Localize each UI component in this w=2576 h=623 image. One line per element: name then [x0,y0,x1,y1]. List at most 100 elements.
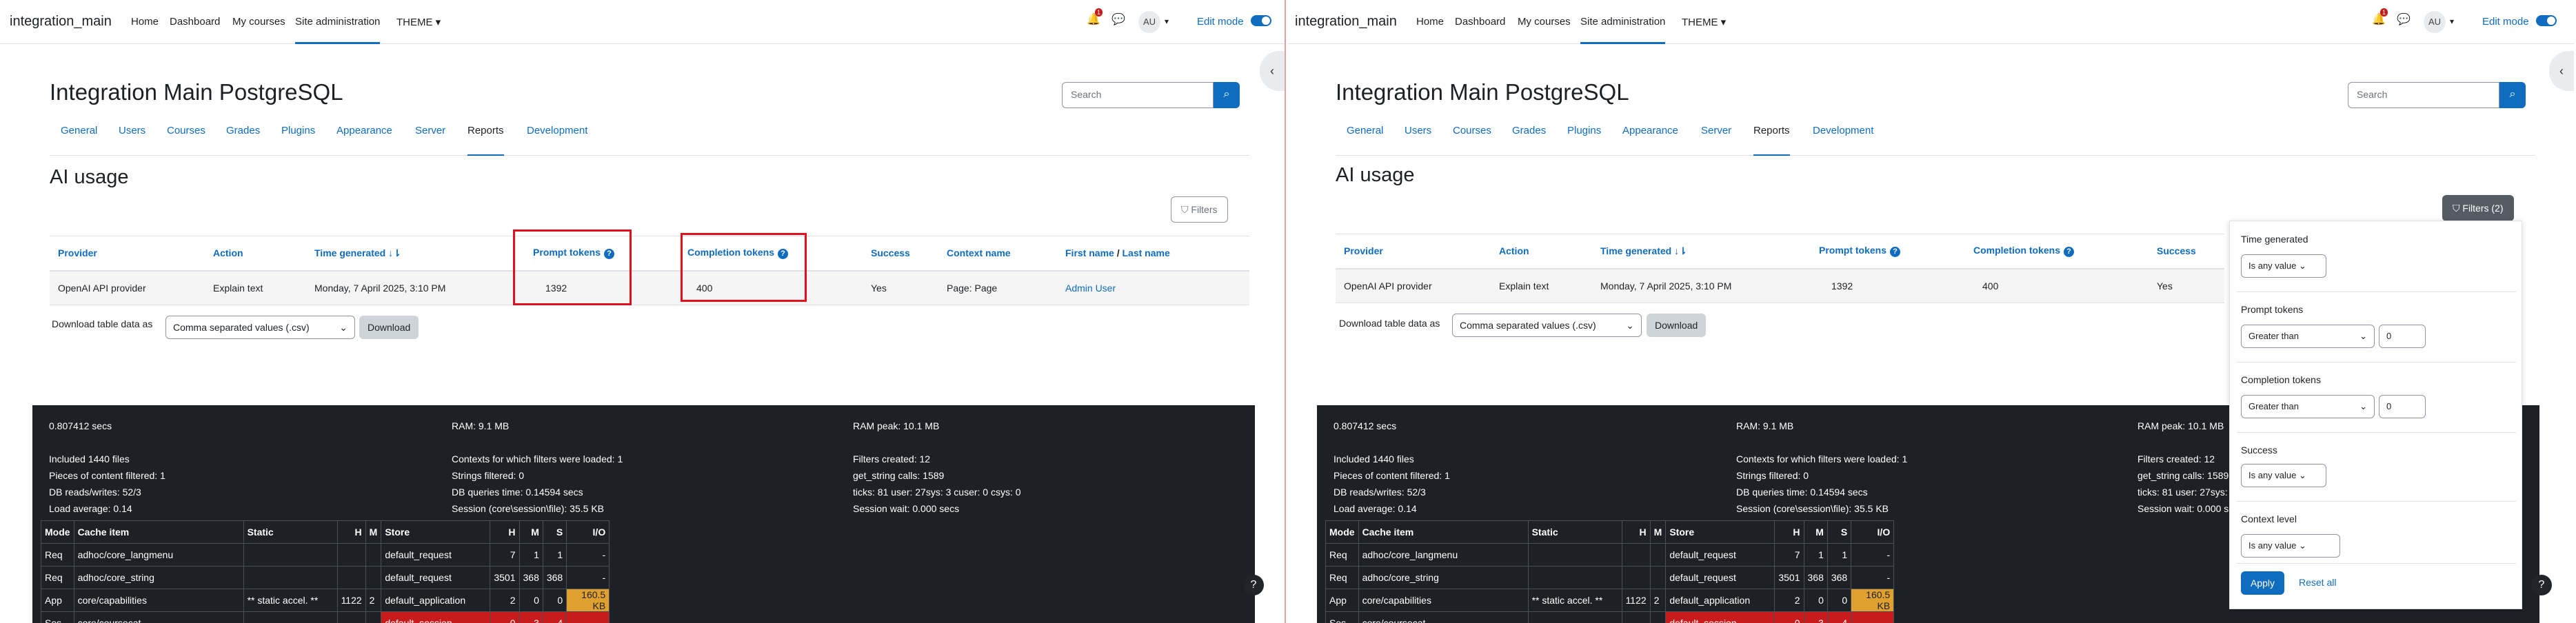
filter-completion-value[interactable]: 0 [2379,395,2426,418]
search-input[interactable]: Search [2348,82,2499,108]
avatar[interactable]: AU [2424,11,2446,33]
filters-button[interactable]: ⛉ Filters [1171,196,1228,223]
nav-site-administration[interactable]: Site administration [1580,16,1666,44]
col-time-generated[interactable]: Time generated ↓⇂ [1592,234,1811,269]
cell-action: Explain text [205,270,306,305]
nav-theme[interactable]: THEME ▾ [396,16,441,44]
col-success[interactable]: Success [863,236,938,272]
help-icon[interactable]: ? [1243,575,1264,595]
tab-users[interactable]: Users [119,125,145,156]
search-input[interactable]: Search [1062,82,1214,108]
col-time-generated[interactable]: Time generated ↓⇂ [306,236,525,272]
help-icon[interactable]: ? [2064,247,2075,258]
cell-time: Monday, 7 April 2025, 3:10 PM [306,270,525,305]
nav-my-courses[interactable]: My courses [232,16,285,44]
col-completion-tokens[interactable]: Completion tokens? [1965,234,2149,269]
tab-development[interactable]: Development [527,125,587,156]
download-format-select[interactable]: Comma separated values (.csv) ⌄ [165,316,355,339]
chevron-left-icon[interactable]: ‹ [1260,51,1285,91]
tab-appearance[interactable]: Appearance [1622,125,1678,156]
tab-plugins[interactable]: Plugins [281,125,315,156]
tab-courses[interactable]: Courses [167,125,205,156]
help-icon[interactable]: ? [1890,247,1901,258]
tab-appearance[interactable]: Appearance [336,125,392,156]
nav-my-courses[interactable]: My courses [1518,16,1571,44]
col-user[interactable]: First name / Last name [1057,236,1249,272]
perf-col: Cache item [73,520,244,544]
col-action[interactable]: Action [1491,234,1592,269]
reset-all-link[interactable]: Reset all [2299,577,2336,588]
tab-server[interactable]: Server [1701,125,1731,156]
download-format-value: Comma separated values (.csv) [173,322,310,333]
col-context-name[interactable]: Context name [938,236,1057,272]
filter-prompt-op-value: Greater than [2248,331,2299,341]
download-button[interactable]: Download [1647,314,1707,337]
tab-server[interactable]: Server [415,125,445,156]
filter-time-select[interactable]: Is any value ⌄ [2241,254,2326,278]
site-name[interactable]: integration_main [1295,14,1397,30]
perf-cell: 160.5 KB [566,589,610,612]
filter-prompt-operator[interactable]: Greater than ⌄ [2241,325,2375,348]
perf-col: Cache item [1358,520,1529,544]
perf-cell: - [566,611,610,623]
download-button[interactable]: Download [359,316,419,339]
download-format-select[interactable]: Comma separated values (.csv) ⌄ [1452,314,1642,337]
col-provider[interactable]: Provider [50,236,205,272]
perf-cell [365,566,382,589]
table-row: Req adhoc/core_string default_request 3501 3… [1325,566,1895,589]
nav-theme[interactable]: THEME ▾ [1682,16,1726,44]
user-link[interactable]: Admin User [1057,270,1249,305]
tab-reports[interactable]: Reports [467,125,504,156]
perf-cell: 1 [1803,543,1828,566]
tab-grades[interactable]: Grades [1512,125,1546,156]
chevron-left-icon[interactable]: ‹ [2549,51,2574,91]
edit-mode-toggle[interactable] [2536,15,2557,26]
tab-plugins[interactable]: Plugins [1567,125,1601,156]
top-navbar: integration_main Home Dashboard My cours… [1288,0,2574,44]
col-last-name[interactable]: Last name [1122,247,1169,258]
perf-col: I/O [566,520,610,544]
col-action[interactable]: Action [205,236,306,272]
footer-text: Contexts for which filters were loaded: … [1736,453,1908,464]
message-icon[interactable]: 💬 [2397,12,2411,26]
apply-button[interactable]: Apply [2241,571,2285,595]
edit-mode-toggle[interactable] [1251,15,1271,26]
help-icon[interactable]: ? [2531,575,2552,595]
tab-general[interactable]: General [1347,125,1383,156]
chevron-down-icon[interactable]: ▾ [2450,17,2454,26]
report-table: Provider Action Time generated ↓⇂ Prompt… [1336,234,2224,303]
nav-home[interactable]: Home [131,16,159,44]
filter-context-select[interactable]: Is any value ⌄ [2241,534,2340,558]
filter-prompt-value[interactable]: 0 [2379,325,2426,348]
page-title: Integration Main PostgreSQL [50,79,343,105]
avatar[interactable]: AU [1138,11,1160,33]
tab-users[interactable]: Users [1405,125,1431,156]
site-name[interactable]: integration_main [10,14,112,30]
filter-success-select[interactable]: Is any value ⌄ [2241,464,2326,487]
search-icon[interactable]: ⌕ [1214,82,1240,108]
filter-completion-operator[interactable]: Greater than ⌄ [2241,395,2375,418]
col-success[interactable]: Success [2149,234,2224,269]
perf-col: S [1827,520,1852,544]
nav-site-administration[interactable]: Site administration [295,16,381,44]
tab-reports[interactable]: Reports [1753,125,1790,156]
footer-text: RAM peak: 10.1 MB [853,420,940,431]
col-first-name[interactable]: First name [1065,247,1114,258]
tab-development[interactable]: Development [1813,125,1873,156]
tab-grades[interactable]: Grades [226,125,260,156]
chevron-down-icon[interactable]: ▾ [1165,17,1169,26]
tab-general[interactable]: General [61,125,97,156]
message-icon[interactable]: 💬 [1111,12,1125,26]
search-icon[interactable]: ⌕ [2499,82,2526,108]
perf-cell: core/capabilities [73,589,244,612]
perf-col: S [542,520,567,544]
nav-dashboard[interactable]: Dashboard [1455,16,1505,44]
nav-dashboard[interactable]: Dashboard [170,16,220,44]
col-prompt-tokens[interactable]: Prompt tokens? [1811,234,1965,269]
filters-button[interactable]: ⛉ Filters (2) [2442,195,2514,221]
footer-text: Pieces of content filtered: 1 [49,470,165,481]
tab-courses[interactable]: Courses [1453,125,1491,156]
col-provider[interactable]: Provider [1336,234,1491,269]
nav-home[interactable]: Home [1416,16,1444,44]
cell-provider: OpenAI API provider [50,270,205,305]
